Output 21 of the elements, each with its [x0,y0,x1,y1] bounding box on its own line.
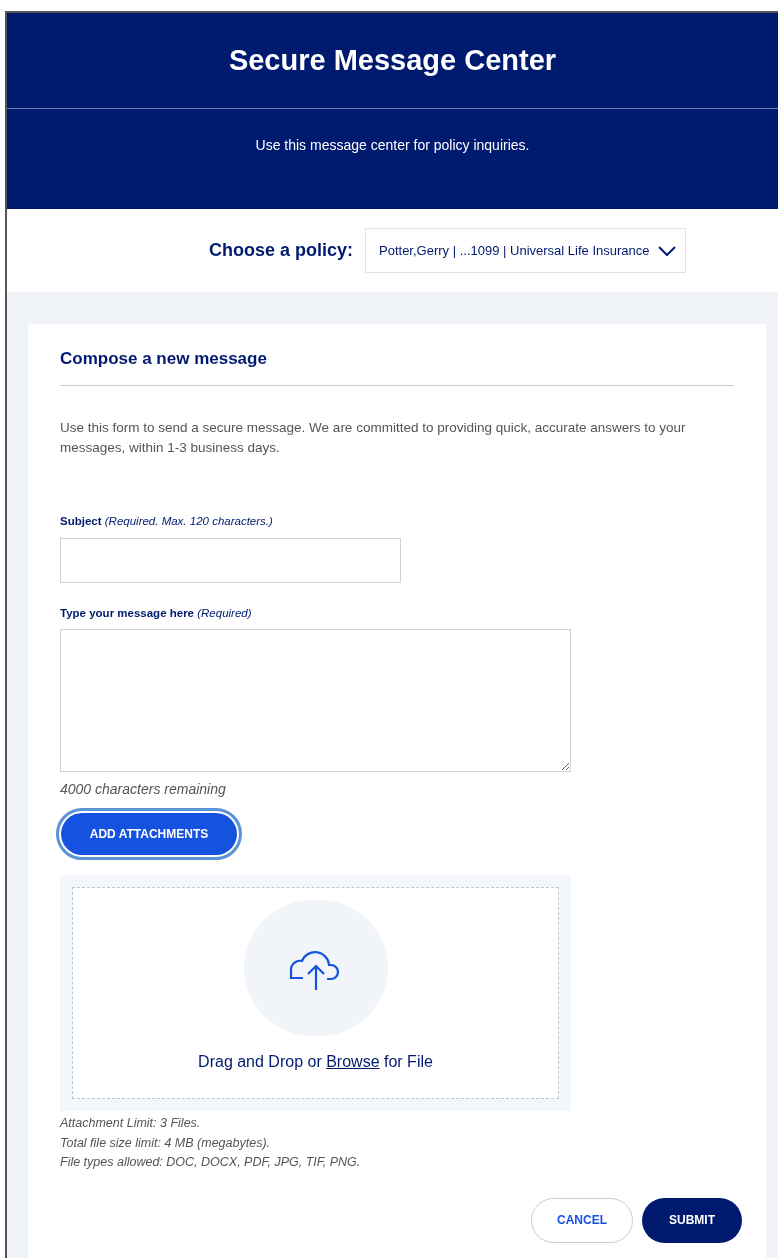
policy-dropdown[interactable]: Potter,Gerry | ...1099 | Universal Life Insurance [365,228,686,273]
browse-link[interactable]: Browse [326,1053,380,1070]
chevron-down-icon [657,245,676,256]
dropzone[interactable]: Drag and Drop or Browse for File [72,887,559,1099]
cancel-button[interactable]: CANCEL [531,1197,633,1243]
page-subtitle: Use this message center for policy inquiries. [255,136,530,155]
subject-label: Subject (Required. Max. 120 characters.) [60,513,274,529]
message-field[interactable] [60,629,571,772]
attachment-note: Total file size limit: 4 MB (megabytes). [60,1134,272,1152]
dropzone-text: Drag and Drop or Browse for File [198,1052,433,1072]
policy-label: Choose a policy: [209,239,353,262]
message-label: Type your message here (Required) [60,605,253,621]
compose-heading: Compose a new message [60,346,734,386]
intro-text: Use this form to send a secure message. We are committed to providing quick, accurate answers to your messages, within 1-3 business days. [60,418,687,457]
character-counter: 4000 characters remaining [60,780,227,799]
attachment-note: File types allowed: DOC, DOCX, PDF, JPG, TIF, PNG. [60,1154,362,1171]
submit-button[interactable]: SUBMIT [642,1197,742,1243]
attachment-note: Attachment Limit: 3 Files. [60,1115,202,1132]
add-attachments-button[interactable]: ADD ATTACHMENTS [61,813,237,855]
subject-field[interactable] [60,537,401,583]
page-title: Secure Message Center [228,42,557,78]
